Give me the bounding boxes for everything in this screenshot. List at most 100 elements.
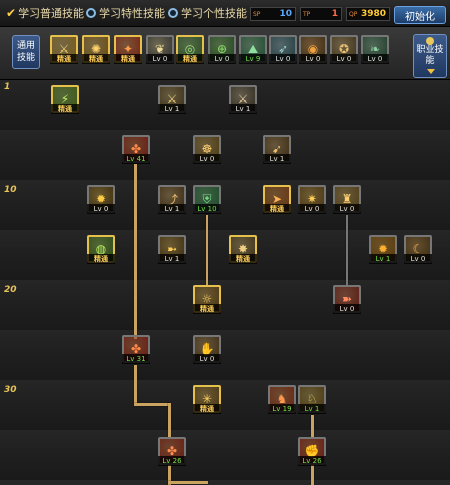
radio-icon <box>86 8 96 18</box>
skill-level-label: 精通 <box>114 54 142 64</box>
option-learn-personal-skills[interactable]: 学习个性技能 <box>168 5 247 21</box>
option-learn-trait-skills[interactable]: 学习特性技能 <box>86 5 165 21</box>
skill-node-s4[interactable]: ✤ Lv 41 <box>122 135 150 164</box>
skill-node-s6[interactable]: ➹ Lv 1 <box>263 135 291 164</box>
option-learn-normal-skills[interactable]: ✔ 学习普通技能 <box>6 5 84 21</box>
sp-value: 10 <box>279 9 292 19</box>
skill-node-s12[interactable]: ♜ Lv 0 <box>333 185 361 214</box>
skill-node-s21[interactable]: ✋ Lv 0 <box>193 335 221 364</box>
skill-node-s7[interactable]: ✹ Lv 0 <box>87 185 115 214</box>
level-marker: 1 <box>4 82 11 92</box>
skill-node-s20[interactable]: ✤ Lv 31 <box>122 335 150 364</box>
common-skill-slot[interactable]: ◎ 精通 <box>176 35 204 64</box>
radio-icon <box>168 8 178 18</box>
skill-level-label: Lv 10 <box>193 204 221 214</box>
option-label: 学习个性技能 <box>181 7 247 20</box>
common-skill-slot[interactable]: ⊕ Lv 0 <box>208 35 236 64</box>
skill-node-s2[interactable]: ⚔ Lv 1 <box>158 85 186 114</box>
common-skill-slot[interactable]: ◉ Lv 0 <box>299 35 327 64</box>
level-marker: 20 <box>4 285 17 295</box>
common-skill-slot[interactable]: ⛰ Lv 9 <box>239 35 267 64</box>
skill-tree: 1 10 20 30 ⚡ 精通 ⚔ Lv 1 ⚔ Lv 1 ✤ Lv 41 ☸ Lv 0 ➹ Lv 1… <box>0 80 450 485</box>
qp-tag: QP <box>349 10 358 18</box>
common-skill-slot[interactable]: ❧ Lv 0 <box>361 35 389 64</box>
gem-icon <box>426 37 434 45</box>
skill-level-label: Lv 41 <box>122 154 150 164</box>
reset-button[interactable]: 初始化 <box>394 6 446 24</box>
skill-node-s26[interactable]: ✊ Lv 26 <box>298 437 326 466</box>
skill-level-label: 精通 <box>50 54 78 64</box>
tree-connector <box>134 365 137 405</box>
skill-node-s5[interactable]: ☸ Lv 0 <box>193 135 221 164</box>
skill-level-label: Lv 0 <box>146 54 174 64</box>
common-skill-slot[interactable]: ❦ Lv 0 <box>146 35 174 64</box>
skill-level-label: 精通 <box>176 54 204 64</box>
skill-level-label: Lv 0 <box>193 154 221 164</box>
skill-node-s14[interactable]: ➼ Lv 1 <box>158 235 186 264</box>
tp-counter: TP 1 <box>300 7 342 21</box>
sp-tag: SP <box>253 10 261 18</box>
common-skill-slot[interactable]: ➶ Lv 0 <box>269 35 297 64</box>
option-label: 学习特性技能 <box>99 7 165 20</box>
qp-counter: QP 3980 <box>346 7 390 21</box>
tree-connector <box>168 481 208 484</box>
level-marker: 30 <box>4 385 17 395</box>
skill-node-s10[interactable]: ➤ 精通 <box>263 185 291 214</box>
common-skill-slot[interactable]: ✪ Lv 0 <box>330 35 358 64</box>
skill-level-label: Lv 26 <box>158 456 186 466</box>
checkmark-icon: ✔ <box>6 6 17 20</box>
skill-level-label: Lv 1 <box>369 254 397 264</box>
tp-value: 1 <box>331 9 338 19</box>
skill-level-label: Lv 31 <box>122 354 150 364</box>
skill-node-s13[interactable]: ◍ 精通 <box>87 235 115 264</box>
arrow-down-icon <box>427 69 435 74</box>
common-skill-slot[interactable]: ✺ 精通 <box>82 35 110 64</box>
skill-node-s19[interactable]: ➽ Lv 0 <box>333 285 361 314</box>
skill-node-s22[interactable]: ✳ 精通 <box>193 385 221 414</box>
skill-level-label: Lv 0 <box>87 204 115 214</box>
sp-counter: SP 10 <box>250 7 296 21</box>
skill-level-label: Lv 9 <box>239 54 267 64</box>
skill-node-s25[interactable]: ✤ Lv 26 <box>158 437 186 466</box>
skill-node-s24[interactable]: ♘ Lv 1 <box>298 385 326 414</box>
skill-level-label: Lv 0 <box>404 254 432 264</box>
tree-connector <box>311 415 314 437</box>
skill-level-label: Lv 1 <box>263 154 291 164</box>
skill-level-label: Lv 0 <box>299 54 327 64</box>
tp-tag: TP <box>303 10 311 18</box>
tree-connector <box>346 215 348 285</box>
skill-node-s1[interactable]: ⚡ 精通 <box>51 85 79 114</box>
skill-node-s8[interactable]: ⤴ Lv 1 <box>158 185 186 214</box>
skill-level-label: Lv 1 <box>298 404 326 414</box>
skill-level-label: 精通 <box>51 104 79 114</box>
tree-connector <box>134 403 170 406</box>
skill-node-s18[interactable]: ☼ 精通 <box>193 285 221 314</box>
class-skills-tab[interactable]: 职业技能 <box>413 34 447 78</box>
skill-level-label: Lv 0 <box>193 354 221 364</box>
skill-level-label: 精通 <box>193 404 221 414</box>
skill-level-label: Lv 0 <box>298 204 326 214</box>
common-skill-slot[interactable]: ⚔ 精通 <box>50 35 78 64</box>
skill-level-label: Lv 0 <box>269 54 297 64</box>
skill-node-s15[interactable]: ✸ 精通 <box>229 235 257 264</box>
skill-node-s3[interactable]: ⚔ Lv 1 <box>229 85 257 114</box>
skill-level-label: Lv 0 <box>333 304 361 314</box>
skill-level-label: Lv 1 <box>158 104 186 114</box>
skill-node-s9[interactable]: ⛨ Lv 10 <box>193 185 221 214</box>
skill-level-label: Lv 1 <box>158 204 186 214</box>
skill-level-label: Lv 1 <box>229 104 257 114</box>
skill-node-s23[interactable]: ♞ Lv 19 <box>268 385 296 414</box>
tree-connector <box>206 215 208 285</box>
skill-node-s16[interactable]: ✹ Lv 1 <box>369 235 397 264</box>
skill-node-s11[interactable]: ✷ Lv 0 <box>298 185 326 214</box>
tree-connector <box>168 403 171 438</box>
skill-node-s17[interactable]: ☾ Lv 0 <box>404 235 432 264</box>
skill-level-label: 精通 <box>263 204 291 214</box>
skill-level-label: Lv 0 <box>361 54 389 64</box>
common-skill-slot[interactable]: ✦ 精通 <box>114 35 142 64</box>
skill-level-label: Lv 0 <box>208 54 236 64</box>
class-tab-label: 职业技能 <box>416 45 444 66</box>
common-skills-tab[interactable]: 通用技能 <box>12 35 40 69</box>
skill-level-label: Lv 0 <box>330 54 358 64</box>
common-skill-bar: 通用技能 ⚔ 精通 ✺ 精通 ✦ 精通 ❦ Lv 0 ◎ 精通 ⊕ Lv 0 ⛰ Lv 9 ➶ Lv 0 ◉ Lv… <box>0 27 450 81</box>
